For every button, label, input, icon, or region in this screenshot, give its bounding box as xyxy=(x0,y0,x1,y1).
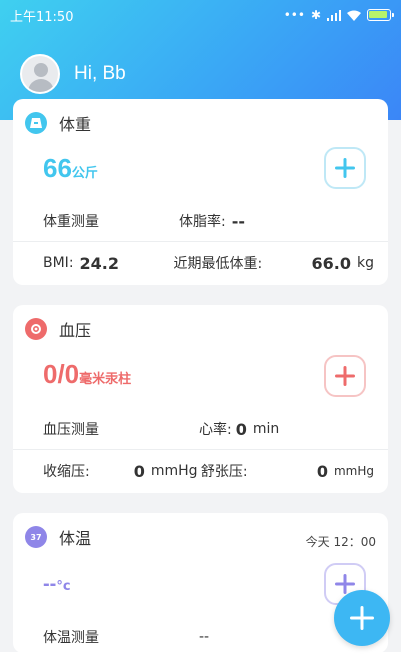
more-dots-icon: ••• xyxy=(283,8,305,22)
add-bp-button[interactable] xyxy=(324,355,366,397)
diastolic-label: 舒张压: xyxy=(200,464,248,480)
floating-add-button[interactable] xyxy=(334,590,390,646)
weight-measure-label: 体重测量 xyxy=(43,214,99,230)
temp-measure-value: -- xyxy=(199,629,210,645)
bp-stats-row: 收缩压: 0 mmHg 舒张压: 0 mmHg xyxy=(43,461,374,481)
calendar-icon-text: 37 xyxy=(30,532,42,542)
temperature-card[interactable]: 37 体温 今天 12：00 --°c 体温测量 -- xyxy=(13,513,388,653)
weight-card-title: 体重 xyxy=(25,111,91,135)
battery-icon xyxy=(367,9,394,21)
add-weight-button[interactable] xyxy=(324,147,366,189)
stethoscope-icon xyxy=(25,318,47,340)
bp-title-label: 血压 xyxy=(59,321,92,340)
weight-stats-row: BMI: 24.2 近期最低体重: 66.0 kg xyxy=(43,253,374,273)
status-icons: ••• ✱ xyxy=(283,8,394,22)
scale-icon xyxy=(25,112,47,134)
temp-measure-row: 体温测量 -- xyxy=(43,627,374,647)
temp-measure-label: 体温测量 xyxy=(43,630,99,646)
wifi-icon xyxy=(347,10,361,21)
temp-timestamp: 今天 12：00 xyxy=(305,535,376,549)
heart-rate-unit: min xyxy=(252,421,280,437)
systolic-unit: mmHg xyxy=(150,463,198,479)
lowest-weight-unit: kg xyxy=(357,255,374,271)
heart-rate-label: 心率: xyxy=(199,422,232,438)
weight-value: 66公斤 xyxy=(43,153,98,183)
weight-measure-row: 体重测量 体脂率: -- xyxy=(43,211,374,231)
temp-card-title: 37 体温 xyxy=(25,525,91,549)
diastolic-unit: mmHg xyxy=(333,464,374,478)
diastolic-value: 0 xyxy=(316,461,328,481)
plus-icon xyxy=(335,366,355,386)
systolic-label: 收缩压: xyxy=(43,464,90,480)
bottom-nav-edge xyxy=(0,652,401,662)
systolic-value: 0 xyxy=(133,461,145,481)
weight-card[interactable]: 体重 66公斤 体重测量 体脂率: -- BMI: 24.2 近期最低体重: 6… xyxy=(13,99,388,285)
bp-card-title: 血压 xyxy=(25,317,91,341)
heart-rate-value: 0 xyxy=(235,419,247,439)
body-fat-label: 体脂率: xyxy=(179,214,226,230)
status-time: 上午11:50 xyxy=(10,9,74,25)
divider xyxy=(13,449,388,450)
temp-value: --°c xyxy=(43,573,71,595)
avatar[interactable] xyxy=(20,54,60,94)
greeting-text: Hi, Bb xyxy=(74,63,126,84)
status-bar: 上午11:50 ••• ✱ xyxy=(0,0,401,30)
profile-header[interactable]: Hi, Bb xyxy=(20,54,126,94)
body-fat-value: -- xyxy=(231,211,245,231)
lowest-weight-value: 66.0 xyxy=(311,253,351,273)
weight-title-label: 体重 xyxy=(59,115,92,134)
temp-title-label: 体温 xyxy=(59,529,92,548)
signal-icon xyxy=(327,9,341,21)
bmi-label: BMI: xyxy=(43,255,74,271)
blood-pressure-card[interactable]: 血压 0/0毫米汞柱 血压测量 心率: 0 min 收缩压: 0 mmHg 舒张… xyxy=(13,305,388,493)
divider xyxy=(13,241,388,242)
calendar-icon: 37 xyxy=(25,526,47,548)
lowest-weight-label: 近期最低体重: xyxy=(173,256,263,272)
bluetooth-icon: ✱ xyxy=(310,8,321,22)
plus-icon xyxy=(335,158,355,178)
bp-measure-label: 血压测量 xyxy=(43,422,99,438)
plus-icon xyxy=(350,606,374,630)
bp-measure-row: 血压测量 心率: 0 min xyxy=(43,419,374,439)
bp-value: 0/0毫米汞柱 xyxy=(43,359,132,389)
bmi-value: 24.2 xyxy=(79,253,120,273)
